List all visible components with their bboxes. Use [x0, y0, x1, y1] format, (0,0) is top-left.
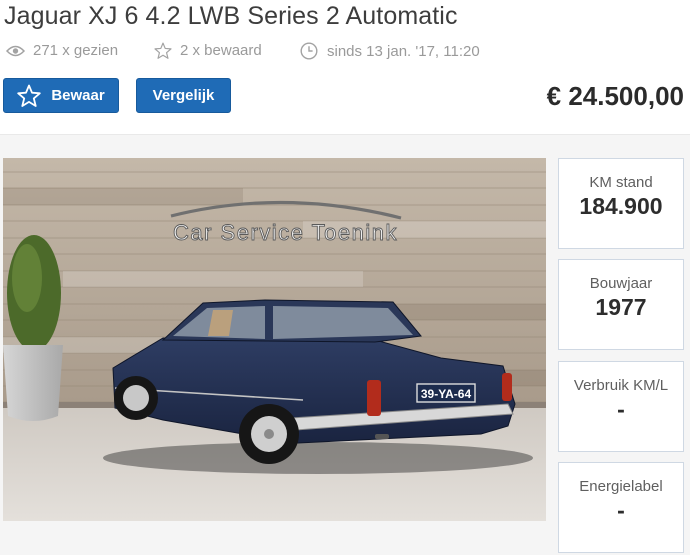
listing-title: Jaguar XJ 6 4.2 LWB Series 2 Automatic: [4, 2, 458, 30]
eye-icon: [6, 45, 25, 56]
spec-value: 184.900: [579, 193, 663, 219]
spec-build-year: Bouwjaar 1977: [558, 259, 684, 350]
views-text: 271 x gezien: [33, 42, 119, 59]
listed-date: sinds 13 jan. '17, 11:20: [300, 42, 480, 60]
spec-value: -: [617, 497, 625, 523]
saved-count: 2 x bewaard: [154, 42, 262, 59]
save-button[interactable]: Bewaar: [3, 78, 119, 113]
car-photo[interactable]: Car Service Toenink 39-YA-64: [3, 158, 546, 521]
compare-button[interactable]: Vergelijk: [136, 78, 231, 113]
clock-icon: [300, 42, 318, 60]
price: € 24.500,00: [546, 81, 684, 111]
spec-value: 1977: [595, 294, 647, 320]
spec-label: Bouwjaar: [589, 275, 653, 292]
spec-value: -: [617, 396, 625, 422]
views-count: 271 x gezien: [6, 42, 118, 59]
compare-button-label: Vergelijk: [152, 87, 215, 104]
wall-sign-text: Car Service Toenink: [173, 220, 398, 245]
save-button-label: Bewaar: [51, 87, 105, 104]
star-outline-icon: [154, 42, 172, 59]
plant-pot: [3, 345, 63, 421]
spec-energy-label: Energielabel -: [558, 462, 684, 553]
star-icon: [17, 84, 42, 107]
car-shadow: [103, 442, 533, 474]
exhaust-pipe: [375, 434, 389, 439]
spec-label: Verbruik KM/L: [573, 377, 669, 394]
rear-light-right: [502, 373, 512, 401]
date-text: sinds 13 jan. '17, 11:20: [327, 42, 480, 60]
rear-light-left: [367, 380, 381, 416]
spec-fuel-consumption: Verbruik KM/L -: [558, 361, 684, 452]
spec-label: KM stand: [589, 174, 653, 191]
license-plate-text: 39-YA-64: [421, 387, 472, 401]
saved-text: 2 x bewaard: [180, 42, 262, 59]
spec-mileage: KM stand 184.900: [558, 158, 684, 249]
spec-label: Energielabel: [579, 478, 663, 495]
